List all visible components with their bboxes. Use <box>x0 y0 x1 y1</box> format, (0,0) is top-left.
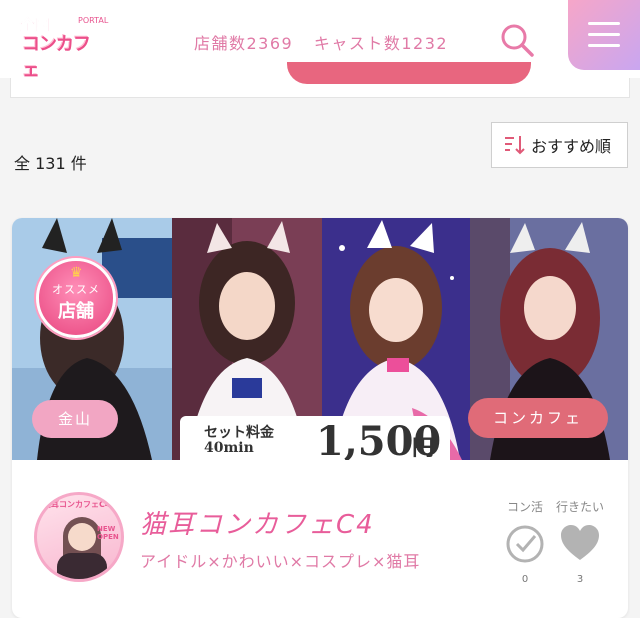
avatar-new-badge: NEW OPEN <box>97 525 119 541</box>
want-label: 行きたい <box>555 500 604 514</box>
area-tag[interactable]: 金山 <box>32 400 118 438</box>
sort-button[interactable]: おすすめ順 <box>491 122 628 168</box>
price-label: セット料金 40min 1,500 円 <box>180 416 450 460</box>
logo-main-text: コンカフェ <box>22 34 91 81</box>
check-circle-icon <box>506 525 544 563</box>
shop-card[interactable]: ♛ オススメ 店舗 セット料金 40min 1,500 円 金山 コンカフェ 猫… <box>12 218 628 618</box>
logo-tag: PORTAL <box>78 16 109 25</box>
menu-button[interactable] <box>568 0 640 70</box>
shop-avatar[interactable]: 猫耳コンカフェC4 NEW OPEN <box>34 492 124 582</box>
store-count: 店舗数2369 <box>194 34 294 53</box>
search-icon <box>501 24 534 57</box>
price-duration: 40min <box>204 440 254 456</box>
want-to-go-action[interactable]: 行きたい 3 <box>550 498 610 585</box>
shop-name[interactable]: 猫耳コンカフェC4 <box>140 504 375 541</box>
price-set-label: セット料金 <box>204 425 274 441</box>
shop-concept-tags: アイドル×かわいい×コスプレ×猫耳 <box>140 552 421 571</box>
want-count: 3 <box>576 574 584 585</box>
crown-icon: ♛ <box>70 265 83 281</box>
site-stats: 店舗数2369 キャスト数1232 <box>194 30 462 54</box>
visited-action[interactable]: コン活 0 <box>500 498 550 585</box>
sort-label: おすすめ順 <box>531 137 612 156</box>
price-unit: 円 <box>412 435 435 460</box>
avatar-logo-text: 猫耳コンカフェC4 <box>43 500 111 509</box>
badge-subtext: オススメ <box>52 283 100 296</box>
sort-icon <box>505 136 525 155</box>
site-logo[interactable]: 全国 コンカフェ PORTAL <box>20 14 109 81</box>
shop-banner-image[interactable]: ♛ オススメ 店舗 セット料金 40min 1,500 円 金山 コンカフェ <box>12 218 628 460</box>
search-submit-button[interactable] <box>287 62 531 84</box>
result-count: 全 131 件 <box>14 154 87 173</box>
heart-icon <box>561 525 599 560</box>
visited-count: 0 <box>521 574 529 585</box>
recommended-badge: ♛ オススメ 店舗 <box>36 258 116 338</box>
genre-tag[interactable]: コンカフェ <box>468 398 608 438</box>
cast-count: キャスト数1232 <box>313 34 449 53</box>
visited-label: コン活 <box>506 500 543 514</box>
badge-main-text: 店舗 <box>58 301 94 322</box>
search-button[interactable] <box>499 22 535 58</box>
